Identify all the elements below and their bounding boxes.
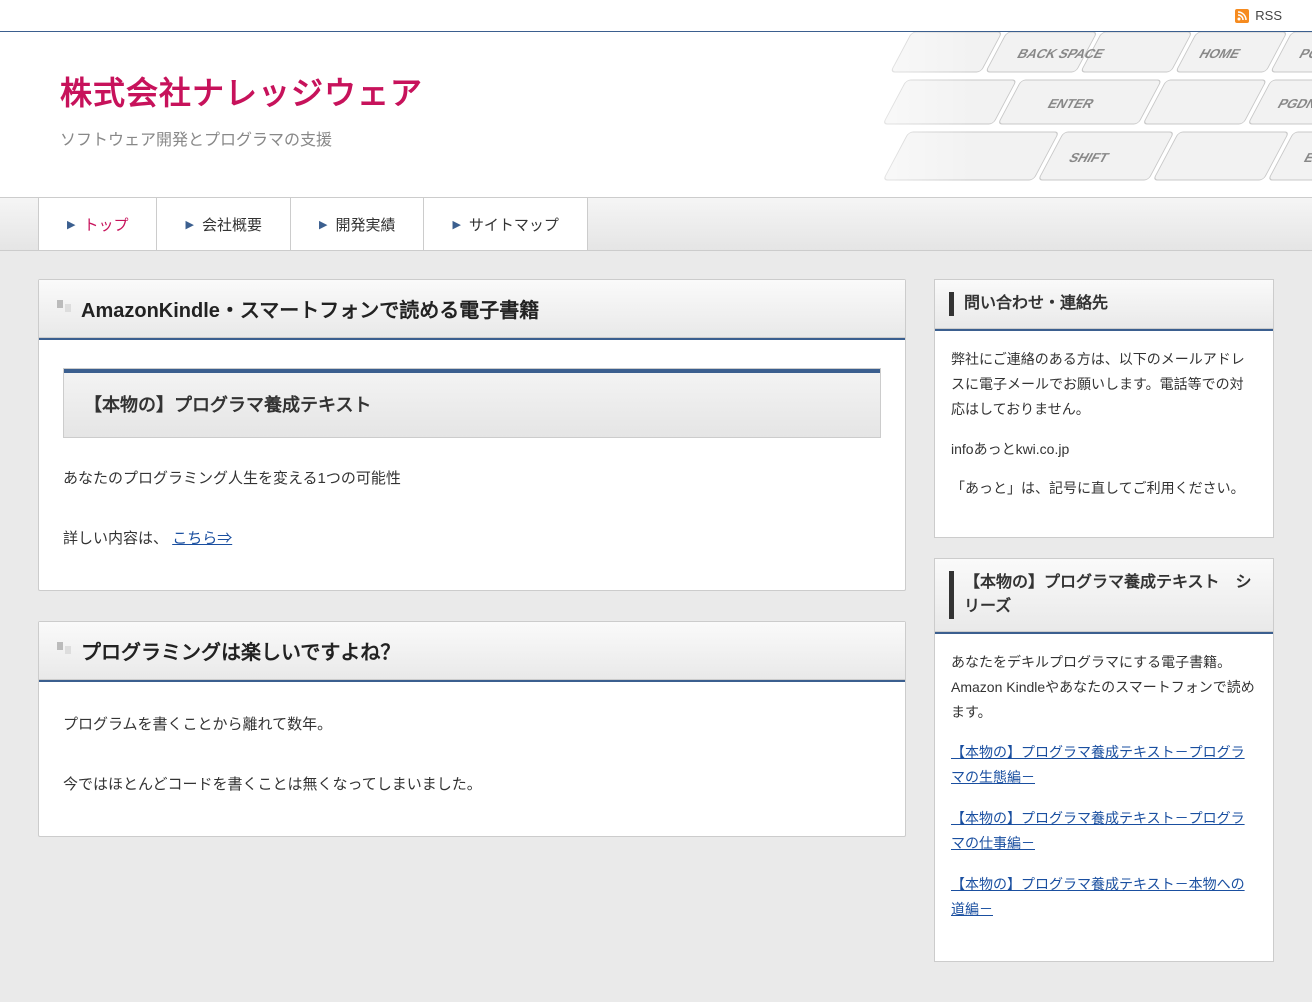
header-image-keyboard: BACK SPACE HOME PGUP ENTER PGDN SHIFT EN…	[792, 32, 1312, 197]
sub-heading-text: 【本物の】プログラマ養成テキスト	[64, 373, 880, 437]
sidebar-heading: 問い合わせ・連絡先	[935, 280, 1273, 329]
nav-item-works[interactable]: ▶ 開発実績	[291, 198, 424, 250]
paragraph: あなたをデキルプログラマにする電子書籍。 Amazon Kindleやあなたのス…	[951, 650, 1257, 726]
site-header: 株式会社ナレッジウェア ソフトウェア開発とプログラマの支援	[0, 32, 1312, 197]
sidebar-body: あなたをデキルプログラマにする電子書籍。 Amazon Kindleやあなたのス…	[935, 634, 1273, 961]
sidebar: 問い合わせ・連絡先 弊社にご連絡のある方は、以下のメールアドレスに電子メールでお…	[934, 279, 1274, 962]
sidebar-contact-card: 問い合わせ・連絡先 弊社にご連絡のある方は、以下のメールアドレスに電子メールでお…	[934, 279, 1274, 538]
content-area: AmazonKindle・スマートフォンで読める電子書籍 【本物の】プログラマ養…	[0, 251, 1312, 1002]
heading-bullet-icon	[57, 642, 71, 660]
series-link[interactable]: 【本物の】プログラマ養成テキスト－プログラマの仕事編－	[951, 806, 1257, 856]
details-link[interactable]: こちら⇒	[172, 530, 232, 547]
sidebar-heading-text: 問い合わせ・連絡先	[949, 292, 1259, 316]
nav-item-company[interactable]: ▶ 会社概要	[157, 198, 290, 250]
series-link[interactable]: 【本物の】プログラマ養成テキスト－プログラマの生態編－	[951, 740, 1257, 790]
sidebar-heading-text: 【本物の】プログラマ養成テキスト シリーズ	[949, 571, 1259, 619]
triangle-right-icon: ▶	[67, 218, 75, 231]
sub-heading-panel: 【本物の】プログラマ養成テキスト	[63, 368, 881, 438]
triangle-right-icon: ▶	[452, 218, 460, 231]
contact-email: infoあっとkwi.co.jp	[951, 437, 1257, 462]
paragraph: 弊社にご連絡のある方は、以下のメールアドレスに電子メールでお願いします。電話等で…	[951, 347, 1257, 423]
sidebar-heading: 【本物の】プログラマ養成テキスト シリーズ	[935, 559, 1273, 632]
paragraph: 今ではほとんどコードを書くことは無くなってしまいました。	[63, 770, 881, 800]
article-card-programming-fun: プログラミングは楽しいですよね？ プログラムを書くことから離れて数年。 今ではほ…	[38, 621, 906, 837]
heading-text: AmazonKindle・スマートフォンで読める電子書籍	[81, 294, 539, 323]
card-heading: プログラミングは楽しいですよね？	[39, 622, 905, 680]
heading-text: プログラミングは楽しいですよね？	[81, 636, 400, 665]
paragraph: 「あっと」は、記号に直してご利用ください。	[951, 476, 1257, 501]
card-body: プログラムを書くことから離れて数年。 今ではほとんどコードを書くことは無くなって…	[39, 682, 905, 836]
heading-bullet-icon	[57, 300, 71, 318]
rss-link[interactable]: RSS	[1235, 8, 1282, 23]
paragraph: 詳しい内容は、 こちら⇒	[63, 524, 881, 554]
nav-label: 会社概要	[202, 214, 262, 235]
top-bar: RSS	[0, 0, 1312, 32]
nav-label: 開発実績	[335, 214, 395, 235]
text: 詳しい内容は、	[63, 530, 168, 547]
main-column: AmazonKindle・スマートフォンで読める電子書籍 【本物の】プログラマ養…	[38, 279, 906, 837]
sidebar-series-card: 【本物の】プログラマ養成テキスト シリーズ あなたをデキルプログラマにする電子書…	[934, 558, 1274, 962]
triangle-right-icon: ▶	[319, 218, 327, 231]
article-card-ebooks: AmazonKindle・スマートフォンで読める電子書籍 【本物の】プログラマ養…	[38, 279, 906, 591]
nav-label: サイトマップ	[469, 214, 559, 235]
nav-item-sitemap[interactable]: ▶ サイトマップ	[424, 198, 587, 250]
rss-icon	[1235, 9, 1249, 23]
rss-label: RSS	[1255, 8, 1282, 23]
series-link[interactable]: 【本物の】プログラマ養成テキスト－本物への道編－	[951, 872, 1257, 922]
paragraph: プログラムを書くことから離れて数年。	[63, 710, 881, 740]
triangle-right-icon: ▶	[185, 218, 193, 231]
card-body: 【本物の】プログラマ養成テキスト あなたのプログラミング人生を変える1つの可能性…	[39, 340, 905, 590]
sidebar-link-list: 【本物の】プログラマ養成テキスト－プログラマの生態編－ 【本物の】プログラマ養成…	[951, 740, 1257, 923]
card-heading: AmazonKindle・スマートフォンで読める電子書籍	[39, 280, 905, 338]
main-nav: ▶ トップ ▶ 会社概要 ▶ 開発実績 ▶ サイトマップ	[0, 197, 1312, 251]
sidebar-body: 弊社にご連絡のある方は、以下のメールアドレスに電子メールでお願いします。電話等で…	[935, 331, 1273, 537]
nav-label: トップ	[83, 214, 128, 235]
paragraph: あなたのプログラミング人生を変える1つの可能性	[63, 464, 881, 494]
nav-item-top[interactable]: ▶ トップ	[38, 198, 157, 250]
